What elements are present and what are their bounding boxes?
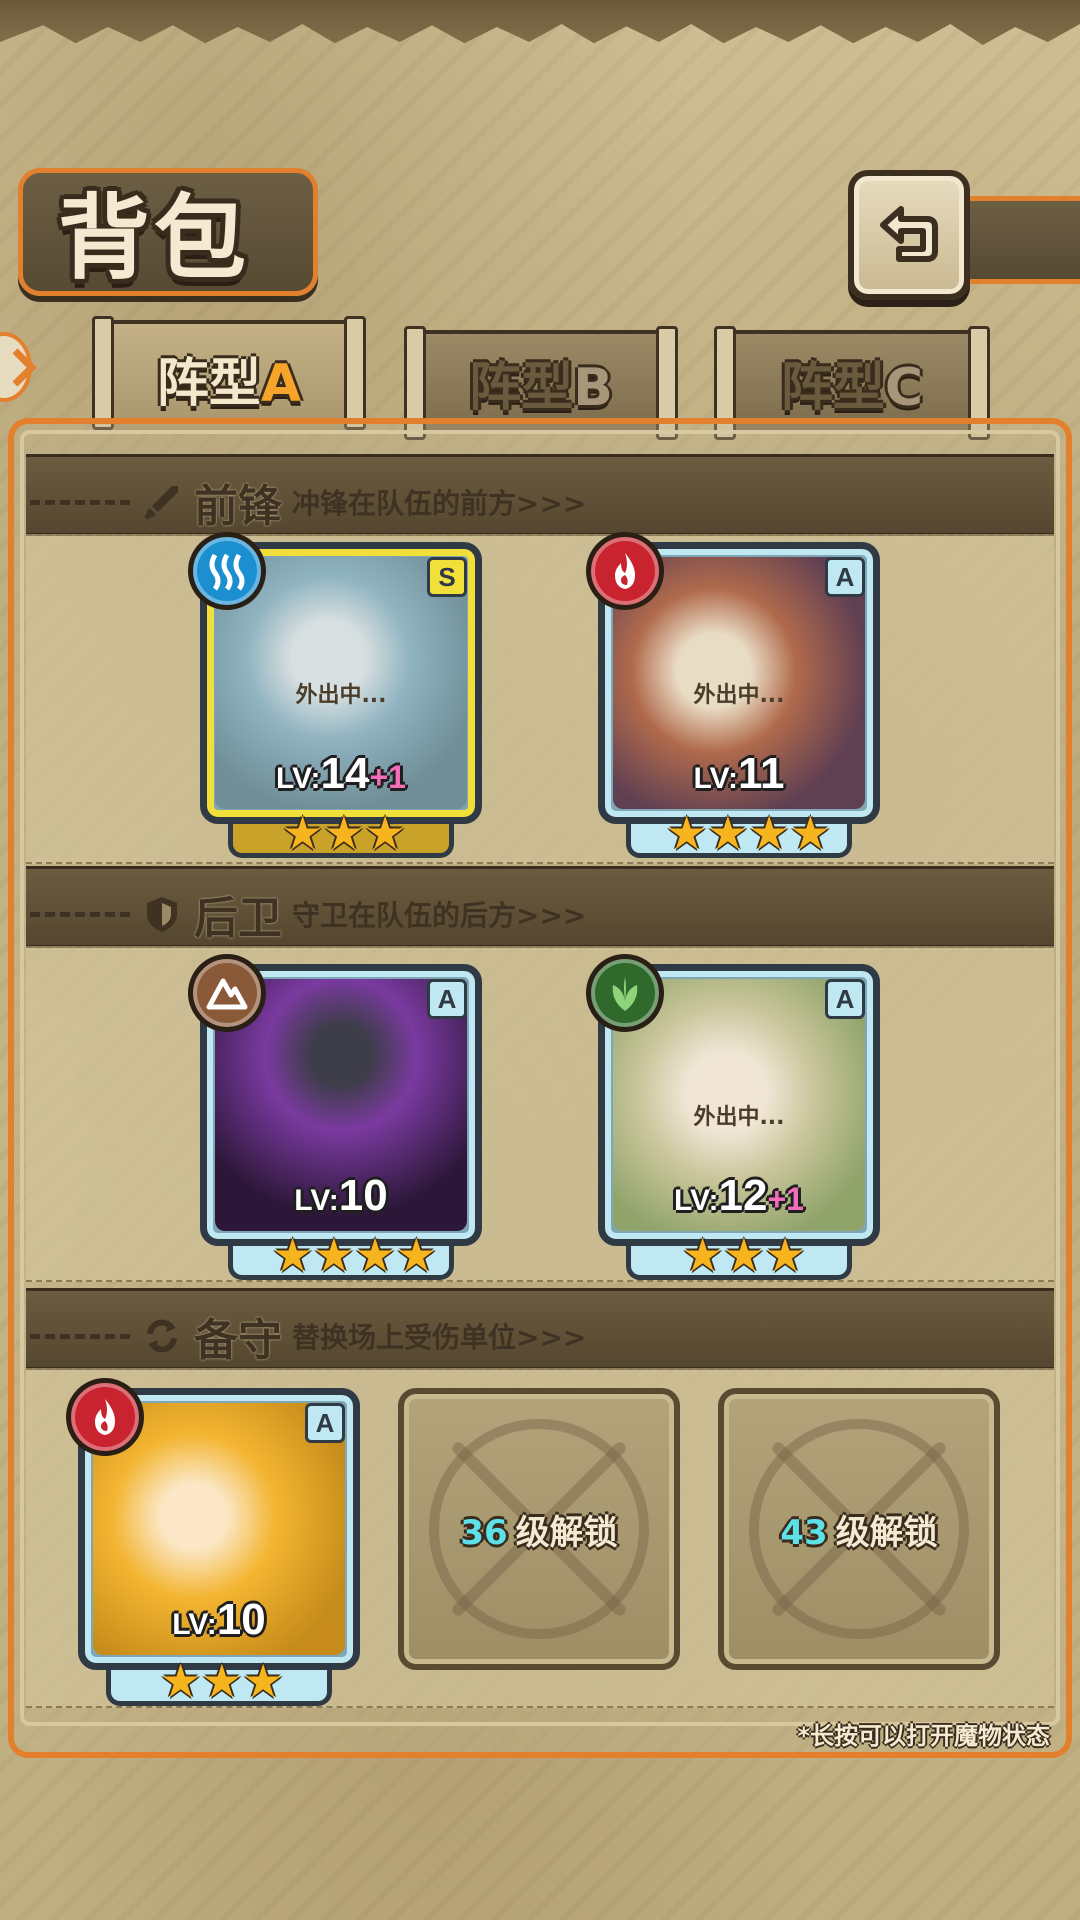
unlock-level: 43 xyxy=(780,1512,828,1553)
tab-formation-c[interactable]: 阵型C xyxy=(714,326,990,440)
level-value: 14 xyxy=(320,749,370,798)
tab-letter: C xyxy=(884,357,924,418)
star-icon: ★ xyxy=(748,806,790,860)
sword-icon xyxy=(140,480,184,524)
star-rating: ★ ★ ★ ★ xyxy=(666,806,831,860)
leaf-element-icon xyxy=(586,954,664,1032)
rarity-badge: A xyxy=(825,557,865,597)
level-bonus: +1 xyxy=(767,1181,804,1217)
level-value: 10 xyxy=(216,1595,266,1644)
vanguard-header: 前锋 冲锋在队伍的前方>>> xyxy=(30,470,586,534)
rear-title: 后卫 xyxy=(194,893,282,944)
star-icon: ★ xyxy=(364,806,406,860)
level-value: 10 xyxy=(338,1171,388,1220)
vanguard-title: 前锋 xyxy=(194,481,282,532)
star-icon: ★ xyxy=(666,806,708,860)
rarity-badge: A xyxy=(427,979,467,1019)
rear-row xyxy=(26,946,1054,1282)
unlock-level: 36 xyxy=(460,1512,508,1553)
star-icon: ★ xyxy=(160,1654,202,1708)
rarity-badge: A xyxy=(825,979,865,1019)
star-icon: ★ xyxy=(764,1228,806,1282)
level-label: LV:10 xyxy=(207,1171,475,1221)
shield-icon xyxy=(140,892,184,936)
tab-label: 阵型B xyxy=(469,345,613,420)
star-icon: ★ xyxy=(707,806,749,860)
star-icon: ★ xyxy=(682,1228,724,1282)
swap-cycle-icon xyxy=(140,1314,184,1358)
dash-divider xyxy=(30,499,130,505)
star-icon: ★ xyxy=(789,806,831,860)
unlock-label: 级解锁 xyxy=(835,1512,938,1553)
star-icon: ★ xyxy=(272,1228,314,1282)
star-rating: ★ ★ ★ xyxy=(682,1228,806,1282)
locked-slot-1[interactable]: 36 级解锁 xyxy=(398,1388,680,1670)
page-title: 背包 xyxy=(58,184,251,292)
unlock-label: 级解锁 xyxy=(515,1512,618,1553)
level-prefix: LV: xyxy=(276,762,321,795)
water-element-icon xyxy=(188,532,266,610)
level-prefix: LV: xyxy=(172,1608,217,1641)
reserve-title: 备守 xyxy=(194,1315,282,1366)
vanguard-row xyxy=(26,534,1054,864)
long-press-hint: *长按可以打开魔物状态 xyxy=(797,1722,1050,1750)
level-value: 12 xyxy=(718,1171,768,1220)
tab-label-text: 阵型 xyxy=(780,357,885,418)
away-status: 外出中... xyxy=(693,1105,785,1130)
star-rating: ★ ★ ★ xyxy=(160,1654,284,1708)
star-icon: ★ xyxy=(723,1228,765,1282)
tab-formation-a[interactable]: 阵型A xyxy=(92,316,366,432)
unlock-requirement: 36 级解锁 xyxy=(460,1505,617,1554)
star-icon: ★ xyxy=(201,1654,243,1708)
away-status: 外出中... xyxy=(295,683,387,708)
tab-label: 阵型A xyxy=(157,341,301,416)
level-prefix: LV: xyxy=(674,1184,719,1217)
reserve-desc: 替换场上受伤单位>>> xyxy=(292,1321,587,1354)
level-label: LV:11 xyxy=(605,749,873,799)
star-icon: ★ xyxy=(395,1228,437,1282)
unlock-requirement: 43 级解锁 xyxy=(780,1505,937,1554)
level-label: LV:10 xyxy=(85,1595,353,1645)
vanguard-desc: 冲锋在队伍的前方>>> xyxy=(292,487,587,520)
return-arrow-icon xyxy=(880,206,938,262)
tab-label-text: 阵型 xyxy=(156,353,261,414)
star-icon: ★ xyxy=(282,806,324,860)
star-icon: ★ xyxy=(313,1228,355,1282)
level-value: 11 xyxy=(737,749,785,798)
fire-element-icon xyxy=(586,532,664,610)
dash-divider xyxy=(30,1333,130,1339)
dash-divider xyxy=(30,911,130,917)
star-icon: ★ xyxy=(354,1228,396,1282)
star-rating: ★ ★ ★ ★ xyxy=(272,1228,437,1282)
level-prefix: LV: xyxy=(693,762,738,795)
tab-formation-b[interactable]: 阵型B xyxy=(404,326,678,440)
locked-slot-2[interactable]: 43 级解锁 xyxy=(718,1388,1000,1670)
tab-label-text: 阵型 xyxy=(469,357,574,418)
tab-letter: A xyxy=(260,353,302,414)
level-bonus: +1 xyxy=(369,759,406,795)
star-icon: ★ xyxy=(323,806,365,860)
tab-label: 阵型C xyxy=(781,345,923,420)
rear-header: 后卫 守卫在队伍的后方>>> xyxy=(30,882,586,946)
rear-desc: 守卫在队伍的后方>>> xyxy=(292,899,587,932)
earth-element-icon xyxy=(188,954,266,1032)
level-label: LV:12+1 xyxy=(605,1171,873,1221)
star-icon: ★ xyxy=(242,1654,284,1708)
away-status: 外出中... xyxy=(693,683,785,708)
rarity-badge: A xyxy=(305,1403,345,1443)
reserve-header: 备守 替换场上受伤单位>>> xyxy=(30,1304,586,1368)
rarity-badge: S xyxy=(427,557,467,597)
star-rating: ★ ★ ★ xyxy=(282,806,406,860)
fire-element-icon xyxy=(66,1378,144,1456)
level-label: LV:14+1 xyxy=(207,749,475,799)
back-button[interactable] xyxy=(848,170,970,300)
level-prefix: LV: xyxy=(294,1184,339,1217)
tab-letter: B xyxy=(573,357,613,418)
